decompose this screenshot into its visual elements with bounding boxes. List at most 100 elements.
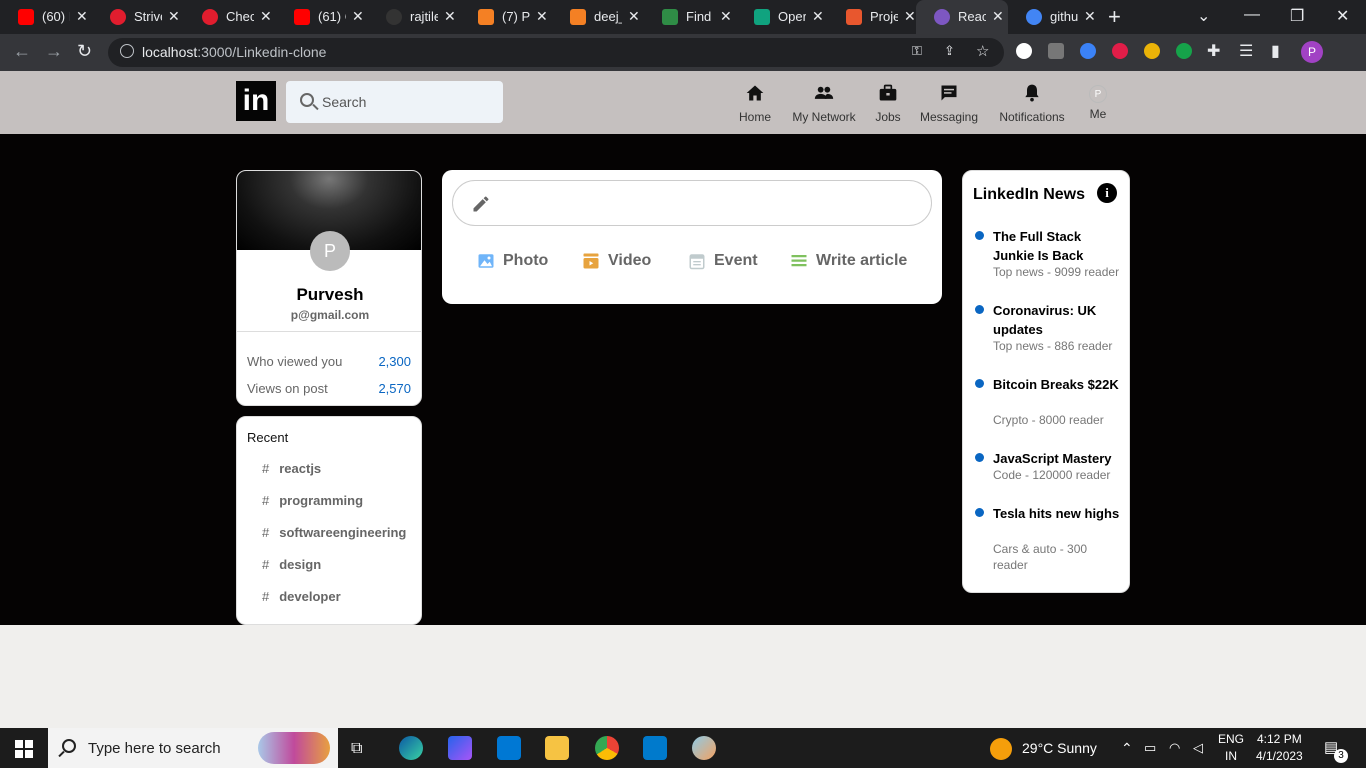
event-button[interactable]: Event <box>688 252 758 270</box>
file-explorer-icon[interactable] <box>545 736 569 760</box>
post-input[interactable] <box>452 180 932 226</box>
extensions-puzzle-icon[interactable]: ✚ <box>1207 41 1220 61</box>
store-icon[interactable] <box>497 736 521 760</box>
browser-tab[interactable]: rajtile ✕ <box>368 0 460 34</box>
language-indicator[interactable]: ENG IN <box>1218 731 1244 765</box>
url-input[interactable]: localhost:3000/Linkedin-clone ⚿ ⇪ ☆ <box>108 38 1004 67</box>
tab-search-icon[interactable]: ⌄ <box>1197 6 1210 26</box>
minimize-icon[interactable]: — <box>1244 6 1260 24</box>
close-tab-icon[interactable]: ✕ <box>536 8 548 25</box>
bookmark-star-icon[interactable]: ☆ <box>976 42 990 60</box>
search-input[interactable] <box>322 92 492 112</box>
key-icon[interactable]: ⚿ <box>912 43 926 58</box>
close-tab-icon[interactable]: ✕ <box>352 8 364 25</box>
site-info-icon[interactable] <box>120 44 134 58</box>
browser-tab[interactable]: Strive ✕ <box>92 0 184 34</box>
vscode-icon[interactable] <box>643 736 667 760</box>
close-tab-icon[interactable]: ✕ <box>904 8 916 25</box>
stat-views-on-post[interactable]: Views on post 2,570 <box>247 381 411 396</box>
close-tab-icon[interactable]: ✕ <box>992 8 1004 25</box>
url-text[interactable]: localhost:3000/Linkedin-clone <box>142 44 326 60</box>
back-icon[interactable]: ← <box>13 41 31 62</box>
photo-button[interactable]: Photo <box>477 252 548 270</box>
task-view-icon[interactable]: ⧉ <box>351 740 362 758</box>
browser-tab[interactable]: githu ✕ <box>1008 0 1100 34</box>
recent-item[interactable]: # programming <box>262 493 363 508</box>
close-tab-icon[interactable]: ✕ <box>444 8 456 25</box>
chevron-up-icon[interactable]: ⌃ <box>1121 740 1133 757</box>
new-tab-icon[interactable]: + <box>1108 4 1121 30</box>
close-tab-icon[interactable]: ✕ <box>168 8 180 25</box>
copilot-icon[interactable] <box>448 736 472 760</box>
media-icon[interactable]: ☰ <box>1239 41 1253 61</box>
extension-icon[interactable] <box>1112 43 1128 59</box>
chrome-icon[interactable] <box>595 736 619 760</box>
extension-icon[interactable] <box>1016 43 1032 59</box>
linkedin-logo[interactable]: in <box>236 81 276 121</box>
recent-item[interactable]: # reactjs <box>262 461 321 476</box>
browser-tab[interactable]: (61) C ✕ <box>276 0 368 34</box>
news-item[interactable]: The Full Stack Junkie Is Back Top news -… <box>975 227 1125 283</box>
stat-who-viewed[interactable]: Who viewed you 2,300 <box>247 354 411 369</box>
news-item[interactable]: Bitcoin Breaks $22K Crypto - 8000 reader <box>975 375 1125 431</box>
extension-icon[interactable] <box>1080 43 1096 59</box>
jobs-icon <box>879 84 897 101</box>
wifi-icon[interactable]: ◠ <box>1169 740 1180 756</box>
recent-item[interactable]: # softwareengineering <box>262 525 406 540</box>
bullet-icon <box>975 379 984 388</box>
volume-icon[interactable]: ◁ <box>1193 740 1203 756</box>
browser-profile-avatar[interactable]: P <box>1301 41 1323 63</box>
edge-icon[interactable] <box>399 736 423 760</box>
browser-tab-active[interactable]: Reac ✕ <box>916 0 1008 34</box>
taskbar-search[interactable]: Type here to search <box>48 728 338 768</box>
header-search[interactable] <box>286 81 503 123</box>
extension-icon[interactable] <box>1144 43 1160 59</box>
news-card: LinkedIn News i The Full Stack Junkie Is… <box>962 170 1130 593</box>
news-item[interactable]: Coronavirus: UK updates Top news - 886 r… <box>975 301 1125 357</box>
extension-icon[interactable] <box>1176 43 1192 59</box>
browser-tab[interactable]: Proje ✕ <box>828 0 916 34</box>
nav-home[interactable]: Home <box>735 83 775 124</box>
share-icon[interactable]: ⇪ <box>944 43 958 58</box>
clock[interactable]: 4:12 PM 4/1/2023 <box>1256 731 1303 765</box>
browser-tab[interactable]: Find ✕ <box>644 0 736 34</box>
close-window-icon[interactable]: ✕ <box>1336 6 1349 26</box>
nav-messaging[interactable]: Messaging <box>919 83 979 124</box>
nav-jobs[interactable]: Jobs <box>872 83 904 124</box>
browser-tab[interactable]: (7) Pa ✕ <box>460 0 552 34</box>
write-article-button[interactable]: Write article <box>790 252 907 270</box>
windows-start-icon[interactable] <box>15 740 33 758</box>
browser-tab[interactable]: Chec ✕ <box>184 0 276 34</box>
recent-item[interactable]: # design <box>262 557 321 572</box>
browser-tab[interactable]: (60) I ✕ <box>0 0 92 34</box>
close-tab-icon[interactable]: ✕ <box>720 8 732 25</box>
forward-icon[interactable]: → <box>45 41 63 62</box>
weather-text[interactable]: 29°C Sunny <box>1022 740 1097 756</box>
pencil-icon <box>473 196 489 212</box>
profile-avatar[interactable]: P <box>310 231 350 271</box>
info-icon[interactable]: i <box>1097 183 1117 203</box>
paint-icon[interactable] <box>692 736 716 760</box>
divider <box>237 331 421 332</box>
search-icon <box>62 739 76 753</box>
recent-item[interactable]: # developer <box>262 589 341 604</box>
close-tab-icon[interactable]: ✕ <box>260 8 272 25</box>
reload-icon[interactable]: ↻ <box>77 41 92 62</box>
browser-tab[interactable]: deej_ ✕ <box>552 0 644 34</box>
close-tab-icon[interactable]: ✕ <box>76 8 88 25</box>
battery-icon[interactable]: ▭ <box>1144 740 1156 756</box>
extension-icon[interactable] <box>1048 43 1064 59</box>
video-button[interactable]: Video <box>582 252 651 270</box>
close-tab-icon[interactable]: ✕ <box>1084 8 1096 25</box>
news-item[interactable]: JavaScript Mastery Code - 120000 reader <box>975 449 1125 487</box>
browser-tab[interactable]: Oper ✕ <box>736 0 828 34</box>
news-item[interactable]: Tesla hits new highs Cars & auto - 300 r… <box>975 504 1125 576</box>
nav-notifications[interactable]: Notifications <box>996 83 1068 124</box>
profile-email: p@gmail.com <box>290 308 370 322</box>
maximize-icon[interactable]: ❐ <box>1290 6 1304 26</box>
side-panel-icon[interactable]: ▮ <box>1271 41 1280 61</box>
nav-me[interactable]: P Me <box>1084 83 1112 121</box>
nav-my-network[interactable]: My Network <box>789 83 859 124</box>
close-tab-icon[interactable]: ✕ <box>812 8 824 25</box>
close-tab-icon[interactable]: ✕ <box>628 8 640 25</box>
